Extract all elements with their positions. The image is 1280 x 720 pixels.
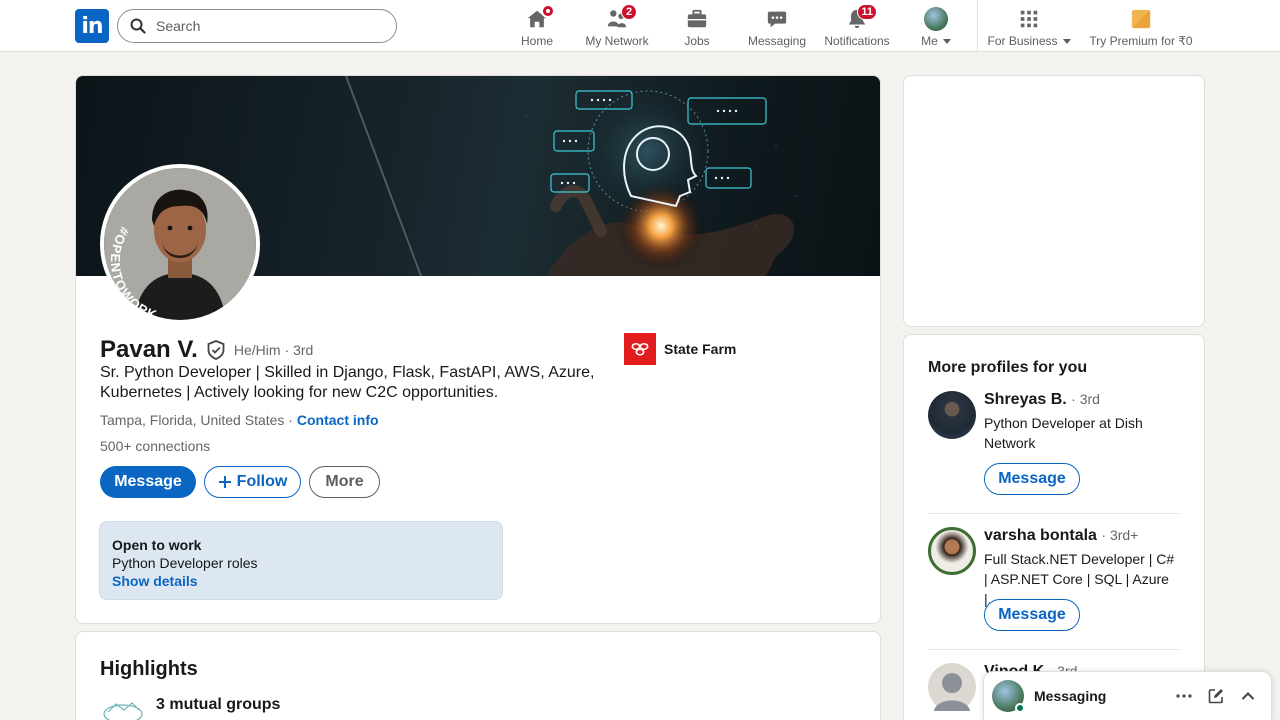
chevron-up-icon[interactable] — [1239, 687, 1257, 705]
divider — [928, 513, 1180, 514]
suggested-profile-name[interactable]: Shreyas B. — [984, 391, 1067, 408]
online-status-dot — [1015, 703, 1025, 713]
suggested-profile-degree: · 3rd+ — [1101, 527, 1139, 543]
message-button[interactable]: Message — [100, 466, 196, 498]
company-name: State Farm — [664, 341, 737, 357]
profile-name-row: Pavan V. He/Him · 3rd — [100, 336, 313, 364]
nav-home[interactable]: Home — [513, 4, 561, 48]
profile-connection-degree: · 3rd — [284, 342, 314, 358]
nav-divider — [977, 0, 978, 52]
plus-icon — [218, 476, 231, 488]
suggested-profile: Shreyas B. · 3rd Python Developer at Dis… — [928, 391, 1180, 501]
more-profiles-card: More profiles for you Shreyas B. · 3rd P… — [903, 334, 1205, 720]
profile-pronouns: He/Him — [233, 342, 281, 358]
nav-try-premium-label: Try Premium for ₹0 — [1089, 34, 1193, 48]
me-avatar — [924, 7, 948, 31]
profile-photo[interactable]: #OPENTOWORK — [100, 164, 260, 324]
nav-jobs[interactable]: Jobs — [676, 4, 718, 48]
profile-location-row: Tampa, Florida, United States · Contact … — [100, 412, 379, 428]
briefcase-icon — [687, 9, 707, 28]
more-button[interactable]: More — [309, 466, 380, 498]
state-farm-ovals-icon — [631, 343, 649, 356]
show-details-link[interactable]: Show details — [112, 573, 198, 589]
suggested-profile-message-button[interactable]: Message — [984, 599, 1080, 631]
nav-home-label: Home — [520, 34, 553, 48]
follow-button-label: Follow — [236, 473, 288, 490]
top-navigation-bar: in Home 2 My Network — [0, 0, 1280, 52]
chevron-down-icon — [1062, 38, 1071, 44]
follow-button[interactable]: Follow — [204, 466, 301, 498]
nav-messaging-label: Messaging — [747, 34, 807, 48]
profile-card: #OPENTOWORK Pavan V. He/Him · 3rd Sr. Py… — [75, 75, 881, 624]
highlights-title: Highlights — [100, 658, 198, 680]
network-badge: 2 — [621, 4, 637, 20]
profile-photo-image: #OPENTOWORK — [104, 168, 256, 320]
profile-location: Tampa, Florida, United States · — [100, 412, 293, 428]
search-input[interactable] — [156, 18, 376, 34]
nav-for-business[interactable]: For Business — [987, 4, 1071, 48]
messaging-dock[interactable]: Messaging — [983, 671, 1272, 720]
suggested-profile-degree: · 3rd — [1071, 391, 1100, 407]
linkedin-logo[interactable]: in — [75, 9, 109, 43]
messaging-dock-label: Messaging — [1034, 688, 1107, 704]
search-box[interactable] — [117, 9, 397, 43]
suggested-profile-message-button[interactable]: Message — [984, 463, 1080, 495]
open-to-work-roles: Python Developer roles — [112, 555, 258, 571]
nav-for-business-label: For Business — [987, 34, 1058, 48]
profile-headline: Sr. Python Developer | Skilled in Django… — [100, 364, 595, 401]
groups-icon — [103, 702, 143, 720]
advertisement-card — [903, 75, 1205, 327]
home-notification-dot — [541, 4, 555, 18]
nav-try-premium[interactable]: Try Premium for ₹0 — [1088, 4, 1194, 48]
profile-avatar-placeholder[interactable] — [928, 663, 976, 711]
suggested-profile-name[interactable]: varsha bontala — [984, 527, 1097, 544]
profile-connections: 500+ connections — [100, 438, 211, 454]
messaging-avatar — [992, 680, 1025, 713]
nav-my-network[interactable]: 2 My Network — [582, 4, 652, 48]
nav-jobs-label: Jobs — [684, 34, 710, 48]
suggested-profile-name-row[interactable]: varsha bontala · 3rd+ — [984, 527, 1138, 545]
nav-notifications[interactable]: 11 Notifications — [822, 4, 892, 48]
state-farm-logo — [624, 333, 656, 365]
nav-my-network-label: My Network — [585, 34, 649, 48]
suggested-profile: varsha bontala · 3rd+ Full Stack.NET Dev… — [928, 527, 1180, 637]
profile-avatar[interactable] — [928, 391, 976, 439]
divider — [928, 649, 1180, 650]
more-profiles-title: More profiles for you — [928, 359, 1088, 376]
profile-name: Pavan V. — [100, 336, 198, 363]
premium-icon — [1131, 9, 1151, 29]
chevron-down-icon — [942, 38, 951, 44]
nav-notifications-label: Notifications — [824, 34, 890, 48]
nav-me[interactable]: Me — [916, 4, 956, 48]
more-options-icon[interactable] — [1175, 687, 1193, 705]
highlights-card: Highlights 3 mutual groups — [75, 631, 881, 720]
person-silhouette-icon — [934, 673, 970, 711]
profile-avatar[interactable] — [928, 527, 976, 575]
suggested-profile-headline: Python Developer at Dish Network — [984, 415, 1143, 451]
compose-message-icon[interactable] — [1207, 687, 1225, 705]
chat-bubble-icon — [767, 11, 787, 28]
mutual-groups-text[interactable]: 3 mutual groups — [156, 696, 280, 714]
current-company[interactable]: State Farm — [624, 333, 736, 365]
notifications-badge: 11 — [857, 4, 877, 20]
grid-apps-icon — [1020, 10, 1038, 28]
search-icon — [130, 18, 146, 34]
nav-me-label: Me — [921, 34, 938, 48]
open-to-work-box: Open to work Python Developer roles Show… — [99, 521, 503, 600]
nav-messaging[interactable]: Messaging — [746, 4, 808, 48]
suggested-profile-name-row[interactable]: Shreyas B. · 3rd — [984, 391, 1100, 409]
contact-info-link[interactable]: Contact info — [297, 412, 379, 428]
verified-shield-icon[interactable] — [206, 340, 226, 360]
open-to-work-title: Open to work — [112, 537, 202, 553]
